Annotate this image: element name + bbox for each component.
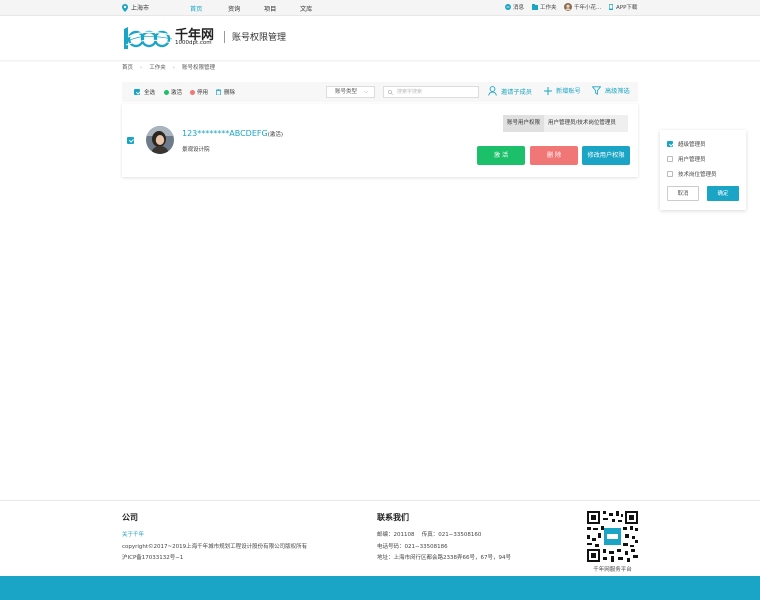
trash-icon (216, 89, 221, 95)
search-icon (388, 89, 393, 95)
option-user-admin[interactable]: 用户管理员 (667, 155, 706, 163)
invite-member-button[interactable]: 邀请子成员 (488, 86, 532, 96)
account-company: 景观设计院 (182, 147, 210, 153)
qr-code-icon (587, 511, 638, 562)
footer-postal: 邮编：201108 传真：021−33508160 (377, 532, 482, 538)
footer-address: 地址：上海市闵行区都会路2338弄66号，67号，94号 (377, 555, 511, 561)
account-status: (激活) (267, 132, 283, 138)
disable-action[interactable]: 停用 (190, 88, 208, 96)
phone-icon (609, 4, 613, 10)
breadcrumb-separator-icon: › (172, 65, 175, 71)
breadcrumb-current: 账号权限管理 (181, 65, 215, 71)
logo-domain: 1000dpt.com (175, 40, 212, 46)
permission-label: 账号用户权限 (503, 115, 545, 132)
filter-icon (592, 86, 601, 95)
footer-contact-title: 联系我们 (377, 513, 409, 522)
disable-dot-icon (190, 89, 195, 95)
avatar (146, 126, 174, 154)
city-label: 上海市 (131, 5, 150, 12)
location-pin-icon (122, 3, 128, 12)
workspace-link[interactable]: 工作夹 (532, 3, 557, 11)
breadcrumb-workspace[interactable]: 工作夹 (149, 63, 166, 71)
search-placeholder: 搜索字搜索 (397, 89, 423, 95)
folder-icon (532, 4, 538, 10)
select-all-checkbox[interactable]: 全选 (134, 88, 155, 96)
footer-about-link[interactable]: 关于千年 (122, 530, 144, 538)
user-add-icon (488, 86, 497, 96)
activate-action[interactable]: 激活 (164, 88, 182, 96)
account-type-select[interactable]: 账号类型 ⌵ (326, 86, 375, 98)
checkbox-checked-icon (134, 89, 140, 95)
page-footer: 公司 关于千年 copyright©2017~2019上海千年城市规划工程设计股… (0, 500, 760, 576)
messages-link[interactable]: 消息 (505, 3, 524, 11)
checkbox-empty-icon (667, 171, 673, 177)
account-toolbar: 全选 激活 停用 删除 账号类型 ⌵ 搜索字搜索 邀请子成员 新增账号 高级筛选 (122, 82, 638, 102)
user-photo-icon (146, 126, 174, 154)
chevron-down-icon: ⌵ (364, 89, 368, 95)
activate-button[interactable]: 激 活 (477, 146, 525, 165)
page-header: 千年网 1000dpt.com 账号权限管理 (0, 16, 760, 60)
breadcrumb-home[interactable]: 首页 (122, 63, 133, 71)
top-bar: 上海市 首页 资询 项目 文库 消息 工作夹 千年小花... APP下载 (0, 0, 760, 16)
plus-icon (544, 86, 552, 95)
advanced-filter-button[interactable]: 高级筛选 (592, 86, 630, 95)
footer-company-title: 公司 (122, 513, 138, 522)
permission-popup: 超级管理员 用户管理员 技术岗位管理员 取消 确定 (660, 130, 746, 210)
footer-phone: 电话号码：021−33508186 (377, 544, 448, 550)
header-divider (224, 31, 225, 43)
user-menu[interactable]: 千年小花... (564, 3, 601, 11)
add-account-button[interactable]: 新增账号 (544, 86, 581, 95)
message-icon (505, 4, 511, 10)
nav-library[interactable]: 文库 (300, 4, 312, 13)
checkbox-empty-icon (667, 156, 673, 162)
activate-dot-icon (164, 89, 169, 95)
page-title: 账号权限管理 (232, 33, 287, 43)
city-selector[interactable]: 上海市 (122, 3, 149, 12)
qr-caption: 千年网服务平台 (593, 567, 632, 573)
checkbox-checked-icon (667, 141, 673, 147)
logo-mark-icon (124, 27, 173, 49)
footer-icp[interactable]: 沪ICP备17033132号−1 (122, 553, 183, 561)
confirm-button[interactable]: 确定 (707, 186, 739, 201)
site-logo[interactable]: 千年网 1000dpt.com (122, 23, 222, 53)
user-avatar-icon (564, 3, 572, 11)
option-tech-admin[interactable]: 技术岗位管理员 (667, 170, 717, 178)
nav-news[interactable]: 资询 (228, 4, 240, 13)
delete-action[interactable]: 删除 (216, 88, 235, 96)
delete-button[interactable]: 删 除 (530, 146, 578, 165)
permission-display: 账号用户权限 用户管理员/技术岗位管理员 (503, 115, 628, 132)
account-card: 123********ABCDEFG(激活) 景观设计院 账号用户权限 用户管理… (122, 104, 638, 177)
search-input[interactable]: 搜索字搜索 (383, 86, 479, 98)
option-super-admin[interactable]: 超级管理员 (667, 140, 706, 148)
app-download-link[interactable]: APP下载 (608, 3, 637, 11)
permission-value: 用户管理员/技术岗位管理员 (544, 115, 628, 132)
breadcrumb-separator-icon: › (140, 65, 143, 71)
bottom-bar (0, 576, 760, 600)
account-select-checkbox[interactable] (127, 137, 134, 144)
cancel-button[interactable]: 取消 (667, 186, 699, 201)
footer-copyright: copyright©2017~2019上海千年城市规划工程设计股份有限公司版权所… (122, 544, 308, 550)
account-id: 123********ABCDEFG(激活) (182, 129, 283, 138)
modify-permission-button[interactable]: 修改用户权限 (582, 146, 630, 165)
nav-home[interactable]: 首页 (190, 4, 202, 13)
breadcrumb: 首页 › 工作夹 › 账号权限管理 (122, 63, 215, 71)
nav-projects[interactable]: 项目 (264, 4, 276, 13)
